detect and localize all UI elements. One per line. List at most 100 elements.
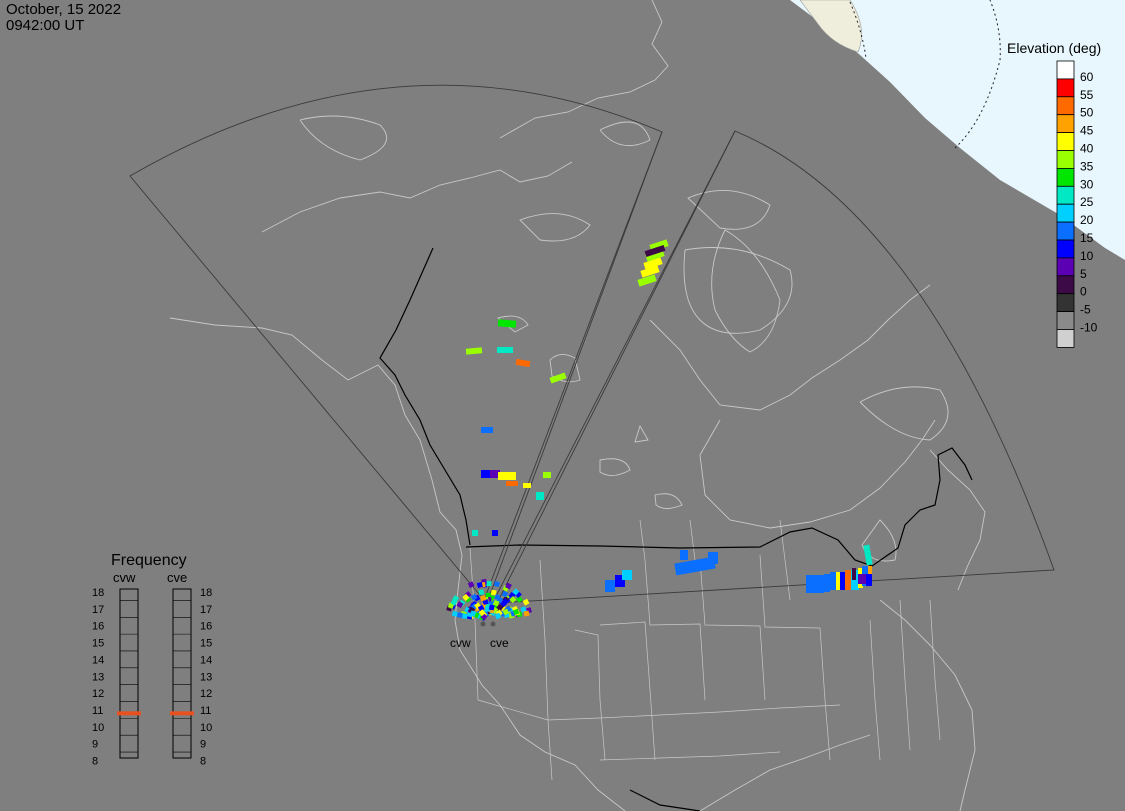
- cve-scatter-cell: [858, 574, 866, 584]
- cve-scatter-cell: [830, 572, 836, 590]
- cvw-scatter-cell: [543, 472, 551, 478]
- frequency-tick-label-left: 13: [92, 671, 104, 683]
- elevation-legend-swatch: [1056, 257, 1075, 277]
- timestamp-time: 0942:00 UT: [6, 17, 85, 34]
- elevation-legend-label: 40: [1080, 142, 1094, 156]
- near-range-scatter-cell: [457, 612, 463, 619]
- elevation-legend-swatch: [1056, 185, 1075, 205]
- elevation-legend-label: 35: [1080, 159, 1094, 173]
- elevation-legend-swatch: [1056, 78, 1075, 98]
- elevation-legend-swatch: [1056, 60, 1075, 80]
- elevation-legend-label: 50: [1080, 106, 1094, 120]
- elevation-legend-title: Elevation (deg): [1007, 40, 1101, 56]
- cvw-fov: [129, 84, 663, 601]
- cvw-scatter-cell: [481, 470, 491, 478]
- frequency-tick-label-right: 16: [200, 621, 212, 633]
- frequency-tick-label-right: 14: [200, 654, 212, 666]
- elevation-legend-swatch: [1056, 96, 1075, 116]
- elevation-legend-swatch: [1056, 311, 1075, 330]
- elevation-legend-label: 10: [1080, 249, 1094, 263]
- elevation-legend-swatch: [1056, 275, 1075, 295]
- cvw-scatter-layer: [446, 239, 669, 621]
- cve-scatter-cell: [816, 575, 824, 593]
- cve-scatter-cell: [806, 575, 816, 593]
- cvw-scatter-cell: [465, 347, 483, 355]
- elevation-legend-label: 55: [1080, 88, 1094, 102]
- frequency-tick-label-right: 10: [200, 722, 212, 734]
- cve-scatter-cell: [824, 574, 830, 592]
- superdarn-map-view: cvw cve Elevation (deg) 60 55 50 45 40 35 30 25…: [0, 0, 1125, 811]
- frequency-channel-cvw-label: cvw: [113, 570, 136, 585]
- frequency-marker-cve: [170, 711, 194, 716]
- near-range-scatter-cell: [522, 598, 530, 606]
- frequency-tick-label-left: 16: [92, 621, 104, 633]
- elevation-legend-swatch: [1056, 221, 1075, 241]
- elevation-legend-swatch: [1056, 114, 1075, 133]
- cvw-scatter-cell: [481, 427, 493, 433]
- frequency-tick-label-left: 10: [92, 722, 104, 734]
- frequency-tick-label-right: 17: [200, 604, 212, 616]
- radar-site-cvw-marker: [480, 621, 486, 627]
- cvw-scatter-cell: [523, 483, 531, 488]
- radar-site-cve-label: cve: [490, 636, 509, 650]
- elevation-legend-swatch: [1056, 239, 1075, 259]
- cvw-scatter-cell: [637, 274, 657, 287]
- near-range-scatter-cell: [523, 610, 530, 617]
- near-range-scatter-cell: [493, 581, 500, 587]
- frequency-tick-label-left: 9: [92, 739, 98, 751]
- frequency-tick-label-right: 12: [200, 688, 212, 700]
- frequency-gauge-cve: [172, 588, 192, 759]
- radar-site-cvw-label: cvw: [450, 636, 471, 650]
- timestamp-date: October, 15 2022: [6, 1, 122, 18]
- cvw-scatter-cell: [515, 358, 531, 368]
- elevation-legend-swatch: [1056, 203, 1075, 223]
- elevation-legend-swatch: [1056, 293, 1075, 313]
- cve-scatter-layer: [605, 544, 873, 593]
- cvw-scatter-cell: [492, 530, 498, 536]
- elevation-legend-label: 60: [1080, 70, 1094, 84]
- frequency-tick-label-left: 17: [92, 604, 104, 616]
- frequency-tick-label-left: 12: [92, 688, 104, 700]
- frequency-tick-label-left: 11: [92, 705, 103, 717]
- cve-scatter-cell: [863, 544, 873, 566]
- map-canvas: cvw cve Elevation (deg) 6055504540353025…: [92, 0, 1125, 811]
- frequency-tick-label-left: 8: [92, 756, 98, 768]
- elevation-legend-label: 30: [1080, 177, 1094, 191]
- frequency-channel-cve-label: cve: [167, 570, 187, 585]
- cve-scatter-cell: [845, 570, 851, 590]
- frequency-tick-label-left: 15: [92, 638, 104, 650]
- elevation-legend-label: 20: [1080, 213, 1094, 227]
- cvw-scatter-cell: [497, 319, 517, 328]
- frequency-tick-label-left: 14: [92, 654, 104, 666]
- land-outlines: [169, 0, 986, 811]
- frequency-tick-label-right: 18: [200, 587, 212, 599]
- elevation-legend-swatch: [1056, 329, 1075, 348]
- cvw-scatter-cell: [497, 347, 513, 353]
- frequency-panel: Frequency cvw cve 18 18 17 17 16 16 15 15 14 14 13…: [92, 552, 212, 768]
- frequency-tick-label-right: 11: [200, 705, 211, 717]
- radar-site-cve-marker: [490, 621, 496, 627]
- cve-scatter-cell: [680, 550, 688, 560]
- cvw-scatter-cell: [472, 530, 478, 536]
- fov-beam-separator: [487, 131, 663, 601]
- frequency-tick-label-right: 13: [200, 671, 212, 683]
- elevation-legend-swatch: [1056, 167, 1075, 187]
- elevation-legend-label: -5: [1080, 303, 1091, 317]
- cve-scatter-cell: [605, 580, 615, 592]
- near-range-scatter-cell: [486, 581, 492, 587]
- frequency-tick-label-right: 15: [200, 638, 212, 650]
- country-borders: [379, 247, 973, 811]
- elevation-legend-label: 5: [1080, 267, 1087, 281]
- frequency-gauge-cvw: [119, 588, 139, 759]
- near-range-scatter-cell: [488, 604, 495, 611]
- cve-scatter-cell: [852, 568, 856, 580]
- cvw-scatter-cell: [536, 492, 544, 500]
- near-range-scatter-cell: [451, 610, 458, 617]
- frequency-tick-label-left: 18: [92, 587, 104, 599]
- near-range-scatter-cell: [461, 613, 468, 620]
- cve-fov: [496, 130, 1055, 604]
- cvw-scatter-cell: [498, 472, 516, 480]
- cve-scatter-cell: [708, 552, 718, 564]
- elevation-legend-label: 45: [1080, 124, 1094, 138]
- frequency-panel-title: Frequency: [111, 552, 187, 569]
